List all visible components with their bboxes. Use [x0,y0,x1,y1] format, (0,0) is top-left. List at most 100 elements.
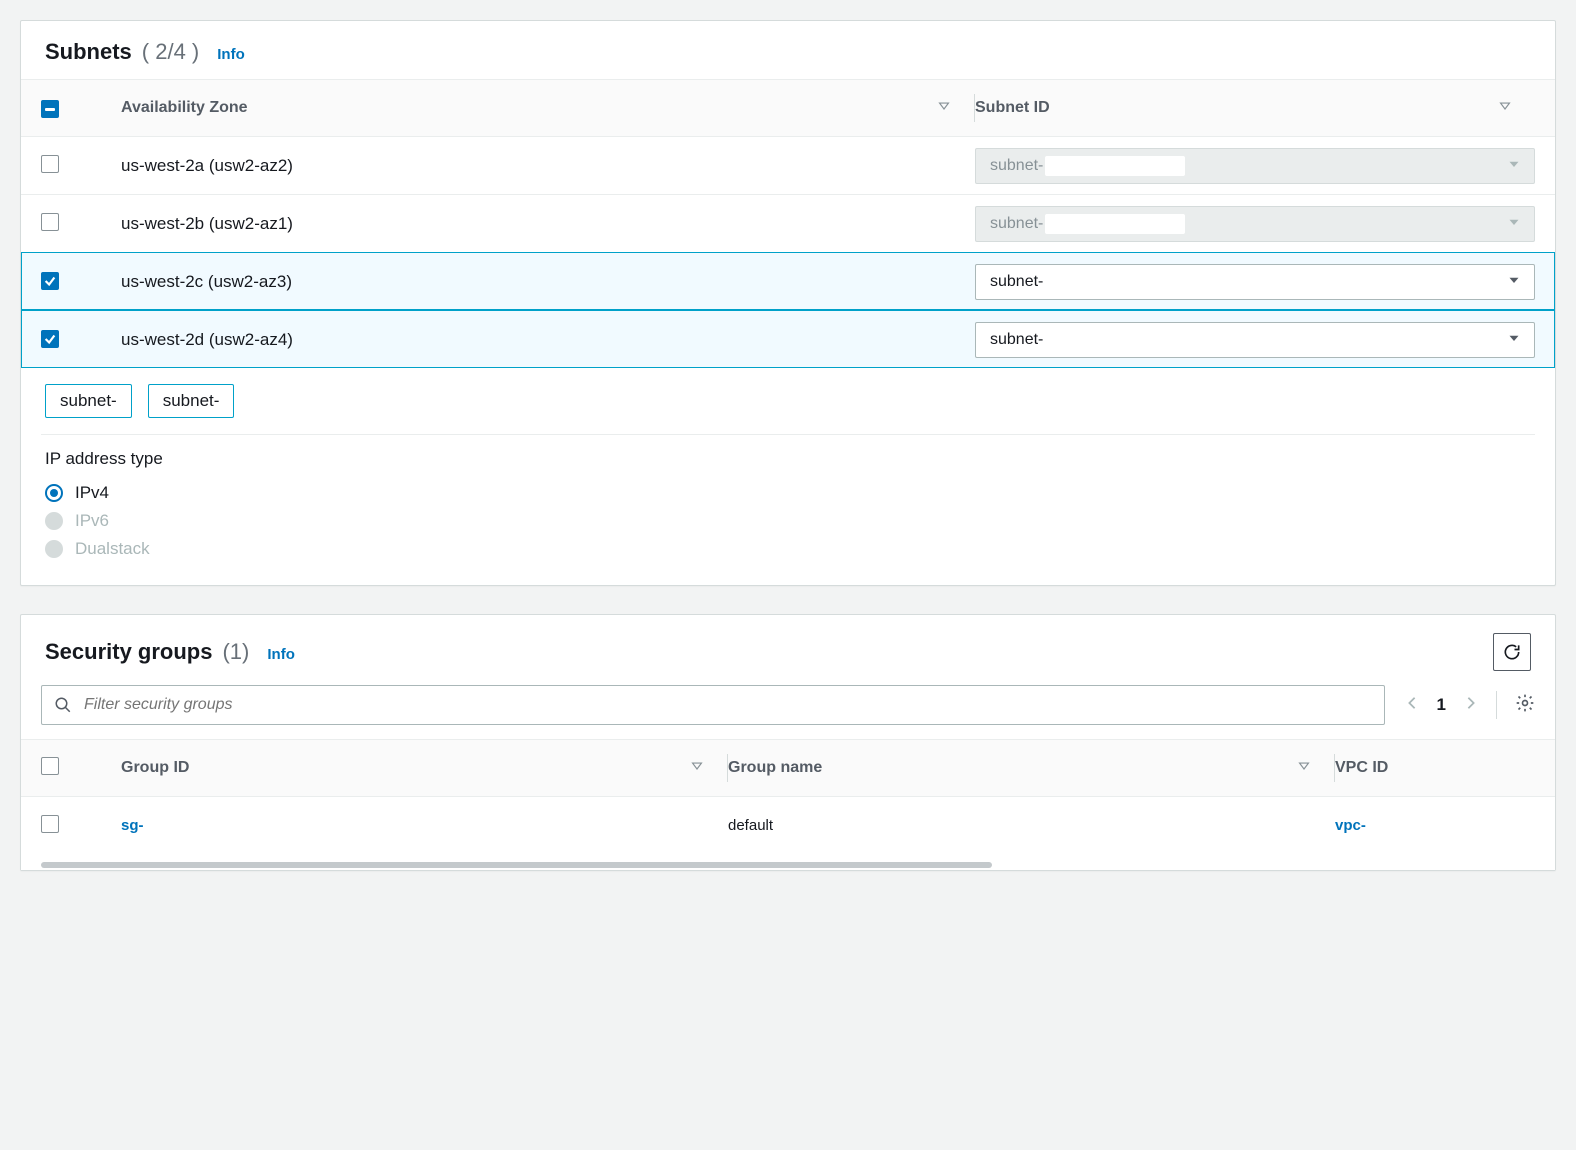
selected-subnet-chips: subnet-subnet- [41,368,1535,435]
col-group-id[interactable]: Group ID [121,759,727,777]
subnet-row: us-west-2d (usw2-az4) subnet- [21,310,1555,368]
subnet-select-value: subnet- [990,215,1043,233]
sg-filter-input-wrap[interactable] [41,685,1385,725]
settings-button[interactable] [1515,693,1535,717]
subnets-count: ( 2/4 ) [142,39,199,65]
pager-page: 1 [1437,695,1446,715]
col-group-id-label: Group ID [121,759,189,777]
ip-option: IPv6 [45,507,1531,535]
ip-option: Dualstack [45,535,1531,563]
chevron-right-icon [1464,696,1478,710]
subnet-select-cell: subnet- [975,264,1535,300]
ip-option-label: IPv4 [75,483,109,503]
ip-option[interactable]: IPv4 [45,479,1531,507]
sort-icon [1298,759,1310,777]
sg-select-all-cell [41,757,121,780]
row-checkbox-cell [41,213,121,235]
pager-prev[interactable] [1405,696,1419,714]
radio [45,540,63,558]
subnet-row: us-west-2c (usw2-az3) subnet- [21,252,1555,310]
subnets-title-text: Subnets [45,39,132,65]
subnet-select-cell: subnet- [975,322,1535,358]
sg-table-head: Group ID Group name VPC ID [21,739,1555,796]
ip-address-type-section: IP address type IPv4 IPv6 Dualstack [21,435,1555,585]
row-checkbox-cell [41,330,121,350]
subnet-select-cell: subnet- [975,206,1535,242]
subnets-info-link[interactable]: Info [217,46,245,63]
row-checkbox-cell [41,155,121,177]
availability-zone: us-west-2c (usw2-az3) [121,272,974,292]
subnet-rows: us-west-2a (usw2-az2)subnet-us-west-2b (… [21,136,1555,368]
redacted-mask [1045,214,1185,234]
redacted-mask [1045,156,1185,176]
chevron-down-icon [1508,273,1520,291]
subnets-table-head: Availability Zone Subnet ID [21,79,1555,136]
row-checkbox[interactable] [41,330,59,348]
sg-header-actions [1493,633,1531,671]
ip-option-label: Dualstack [75,539,150,559]
col-vpc-id[interactable]: VPC ID [1335,759,1535,777]
subnet-select[interactable]: subnet- [975,264,1535,300]
subnet-select-value: subnet- [990,331,1043,349]
subnet-row: us-west-2a (usw2-az2)subnet- [21,136,1555,194]
vpc-id-link[interactable]: vpc- [1335,817,1535,834]
search-icon [54,696,72,714]
sg-rows: sg-defaultvpc- [21,796,1555,854]
subnet-row: us-west-2b (usw2-az1) subnet- [21,194,1555,252]
group-name: default [728,817,1334,834]
row-checkbox-cell [41,272,121,292]
col-subnet-id[interactable]: Subnet ID [975,99,1535,117]
group-id-link[interactable]: sg- [121,817,727,834]
subnets-title: Subnets ( 2/4 ) Info [45,39,245,65]
radio [45,512,63,530]
subnet-select-value: subnet- [990,273,1043,291]
ip-type-title: IP address type [45,449,1531,469]
subnet-select: subnet- [975,148,1535,184]
col-az-label: Availability Zone [121,99,248,117]
radio[interactable] [45,484,63,502]
gear-icon [1515,693,1535,713]
chevron-down-icon [1508,331,1520,349]
sg-title-text: Security groups [45,639,212,665]
row-checkbox[interactable] [41,213,59,231]
row-checkbox[interactable] [41,272,59,290]
chevron-left-icon [1405,696,1419,710]
horizontal-scrollbar[interactable] [21,860,1555,870]
col-subnet-label: Subnet ID [975,99,1050,117]
sg-row: sg-defaultvpc- [21,796,1555,854]
sg-select-all-checkbox[interactable] [41,757,59,775]
sg-title: Security groups (1) Info [45,639,295,665]
sort-icon [691,759,703,777]
subnets-header: Subnets ( 2/4 ) Info [21,21,1555,79]
ip-options: IPv4 IPv6 Dualstack [45,479,1531,563]
subnet-select[interactable]: subnet- [975,322,1535,358]
ip-option-label: IPv6 [75,511,109,531]
availability-zone: us-west-2d (usw2-az4) [121,330,974,350]
chevron-down-icon [1508,157,1520,175]
row-checkbox[interactable] [41,155,59,173]
select-all-cell [41,98,121,119]
sg-info-link[interactable]: Info [267,646,295,663]
availability-zone: us-west-2b (usw2-az1) [121,214,974,234]
row-checkbox[interactable] [41,815,59,833]
chevron-down-icon [1508,215,1520,233]
col-availability-zone[interactable]: Availability Zone [121,99,974,117]
subnet-chip[interactable]: subnet- [148,384,235,418]
pager-next[interactable] [1464,696,1478,714]
col-vpc-id-label: VPC ID [1335,759,1388,777]
select-all-checkbox[interactable] [41,100,59,118]
col-group-name-label: Group name [728,759,822,777]
sg-header: Security groups (1) Info [21,615,1555,685]
sg-filter-input[interactable] [84,696,1372,714]
subnet-select-cell: subnet- [975,148,1535,184]
availability-zone: us-west-2a (usw2-az2) [121,156,974,176]
subnet-chip[interactable]: subnet- [45,384,132,418]
refresh-button[interactable] [1493,633,1531,671]
separator [1496,691,1497,719]
sort-icon [1499,99,1511,117]
sg-pager: 1 [1405,691,1535,719]
col-group-name[interactable]: Group name [728,759,1334,777]
refresh-icon [1502,642,1522,662]
sort-icon [938,99,950,117]
security-groups-panel: Security groups (1) Info 1 [20,614,1556,871]
